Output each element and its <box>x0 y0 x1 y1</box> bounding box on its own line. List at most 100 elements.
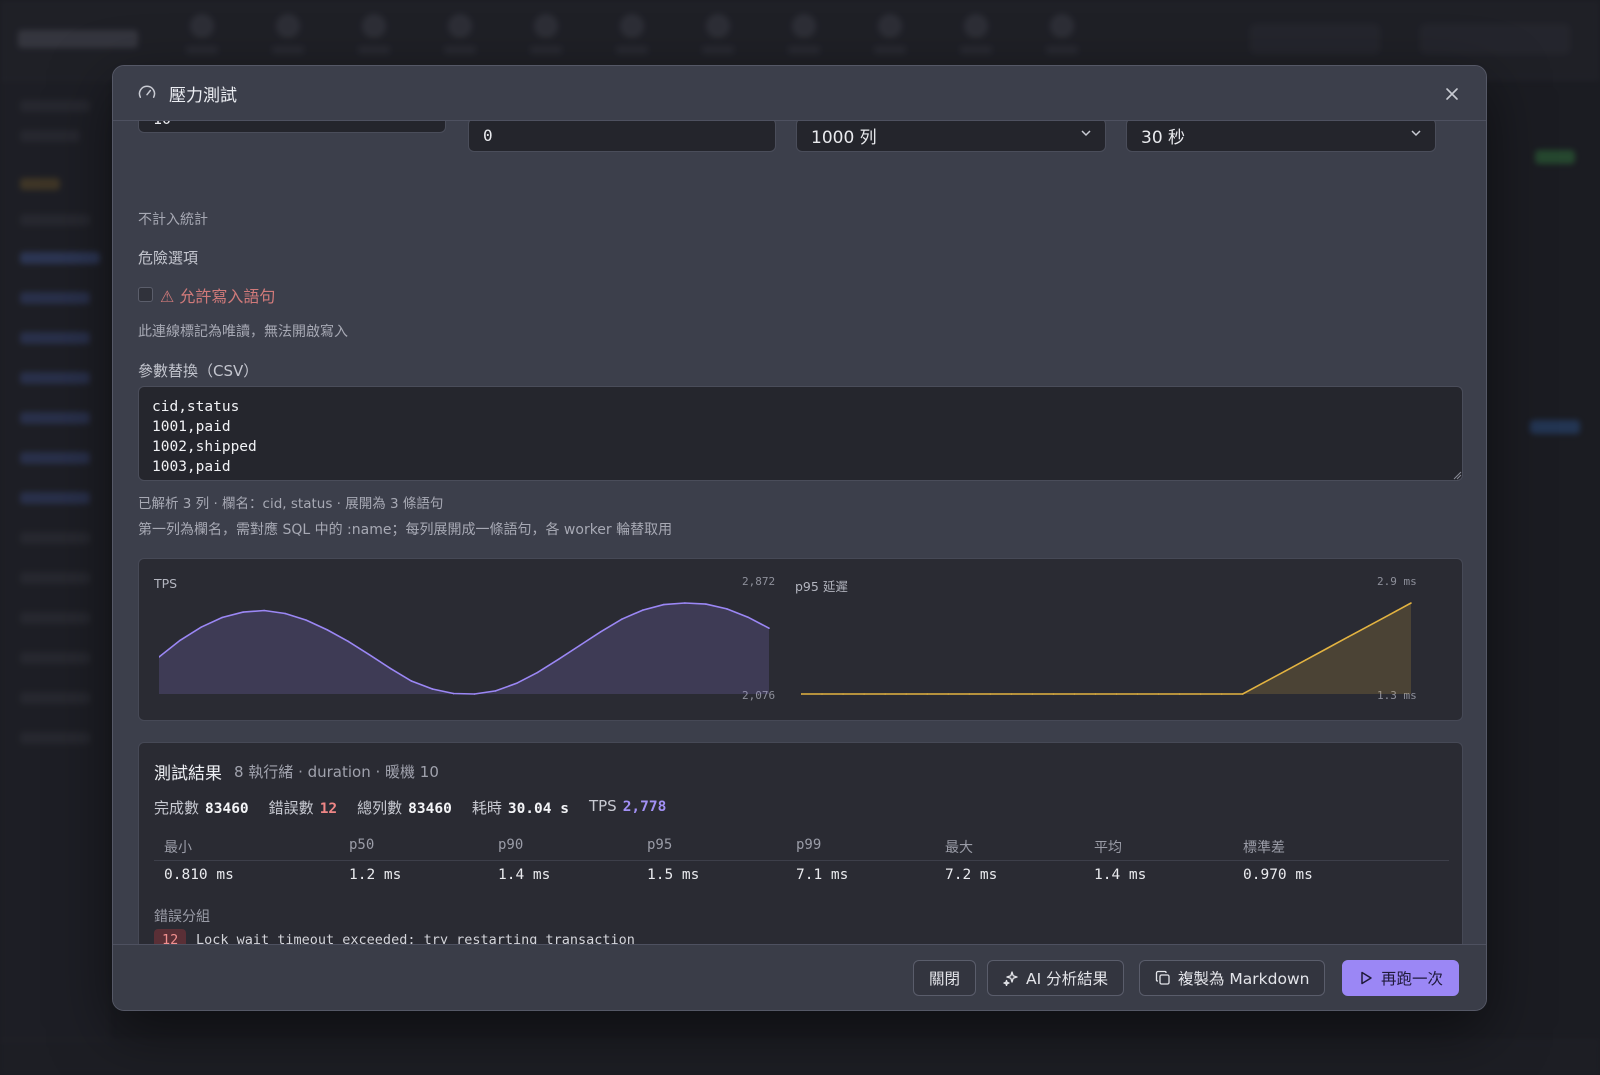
percentile-value: 1.5 ms <box>647 867 700 883</box>
sparkles-icon <box>1003 971 1018 986</box>
tps-point <box>768 627 770 629</box>
p95-area <box>801 603 1411 694</box>
p95-point <box>1052 693 1055 695</box>
p95-chart <box>801 602 1412 695</box>
tps-point <box>663 603 665 606</box>
tps-point <box>515 682 518 685</box>
csv-parse-summary: 已解析 3 列 · 欄名：cid, status · 展開為 3 條語句 <box>138 496 444 512</box>
p95-point <box>1199 693 1202 695</box>
tps-point <box>179 639 181 642</box>
background-toolbar-item <box>960 14 992 64</box>
p95-point <box>1410 602 1412 604</box>
background-statusbar <box>0 1040 1600 1075</box>
gauge-icon <box>138 85 156 98</box>
background-toolbar-item <box>358 14 390 64</box>
readonly-note: 此連線標記為唯讀，無法開啟寫入 <box>138 324 348 340</box>
chevron-down-icon <box>1411 130 1421 137</box>
stress-test-modal: 壓力測試 10 不計入統計 0 1000 列 30 秒 危險選項 ⚠ 允許寫入語… <box>112 65 1487 1011</box>
tps-point <box>536 671 539 674</box>
results-subtitle: 8 執行緒 · duration · 暖機 10 <box>234 763 439 781</box>
allow-write-label: ⚠ 允許寫入語句 <box>160 287 276 306</box>
p95-point <box>947 693 950 695</box>
chevron-down-icon <box>1081 130 1091 137</box>
modal-title: 壓力測試 <box>169 85 237 106</box>
p95-point <box>1178 693 1181 695</box>
tps-point <box>641 609 644 611</box>
tps-area <box>159 603 769 694</box>
percentile-header: 標準差 <box>1243 840 1285 856</box>
error-groups-label: 錯誤分組 <box>154 909 210 925</box>
copy-markdown-button[interactable]: 複製為 Markdown <box>1139 960 1326 996</box>
p95-point <box>968 693 971 695</box>
allow-write-checkbox[interactable] <box>138 287 153 302</box>
p95-point <box>1241 693 1244 695</box>
close-button[interactable] <box>1440 82 1464 106</box>
p95-point <box>1368 624 1370 627</box>
p95-point <box>1094 693 1097 695</box>
percentile-header: 最大 <box>945 840 973 856</box>
background-toolbar-item <box>272 14 304 64</box>
percentile-value: 7.2 ms <box>945 867 998 883</box>
tps-point <box>326 629 329 631</box>
duration-select[interactable]: 30 秒 <box>1126 118 1436 152</box>
percentile-value: 1.4 ms <box>1094 867 1147 883</box>
tps-point <box>726 608 728 610</box>
percentile-value: 0.810 ms <box>164 867 234 883</box>
close-modal-button[interactable]: 關閉 <box>913 960 977 996</box>
tps-point <box>284 612 287 615</box>
percentile-value: 1.2 ms <box>349 867 402 883</box>
csv-textarea[interactable]: cid,status 1001,paid 1002,shipped 1003,p… <box>138 386 1463 481</box>
background-toolbar-item <box>874 14 906 64</box>
background-toolbar-item <box>1046 14 1078 64</box>
p95-point <box>1326 647 1328 650</box>
p95-point <box>905 693 907 695</box>
tps-point <box>705 603 707 605</box>
background-toolbar-item <box>186 14 218 64</box>
tps-point <box>473 693 476 695</box>
tps-point <box>578 644 581 647</box>
background-toolbar-item <box>702 14 734 64</box>
csv-help-text: 第一列為欄名，需對應 SQL 中的 :name；每列展開成一條語句，各 work… <box>138 522 673 538</box>
tps-chart <box>159 602 770 695</box>
tps-point <box>684 602 686 604</box>
rerun-button[interactable]: 再跑一次 <box>1342 960 1460 996</box>
p95-point <box>1115 693 1118 695</box>
duration-select-value: 30 秒 <box>1141 127 1186 148</box>
results-stats: 完成數 83460 錯誤數 12 總列數 83460 耗時 30.04 s TPS 2,7… <box>154 797 666 818</box>
tps-chart-label: TPS <box>154 576 178 591</box>
p95-point <box>1031 693 1034 695</box>
percentile-value: 7.1 ms <box>796 867 849 883</box>
rows-select[interactable]: 1000 列 <box>796 118 1106 152</box>
tps-chart-max: 2,872 <box>742 575 776 588</box>
p95-point <box>1010 693 1013 695</box>
close-icon <box>1446 88 1458 100</box>
tps-point <box>305 619 308 621</box>
stat-rows: 總列數 83460 <box>357 799 452 817</box>
tps-point <box>221 616 223 619</box>
p95-point <box>1220 693 1223 695</box>
percentile-header: p50 <box>349 837 375 853</box>
percentile-header: p99 <box>796 837 822 853</box>
think-time-input[interactable]: 0 <box>468 118 776 152</box>
tps-point <box>389 667 392 670</box>
resize-grip-icon[interactable] <box>1452 470 1462 480</box>
stat-completed: 完成數 83460 <box>154 799 249 817</box>
p95-point <box>1347 636 1349 638</box>
stat-elapsed: 耗時 30.04 s <box>471 799 569 817</box>
percentile-divider <box>154 860 1449 861</box>
percentile-value: 0.970 ms <box>1243 867 1313 883</box>
percentile-value: 1.4 ms <box>498 867 551 883</box>
tps-point <box>599 631 602 633</box>
charts-panel: TPS 2,872 2,076 p95 延遲 2.9 ms 1.3 ms <box>138 558 1463 721</box>
p95-chart-max: 2.9 ms <box>1377 575 1417 588</box>
p95-point <box>1157 693 1160 695</box>
tps-point <box>242 611 244 613</box>
tps-point <box>747 616 749 618</box>
p95-point <box>926 693 929 695</box>
ai-analyze-button[interactable]: AI 分析結果 <box>987 960 1125 996</box>
percentile-header: 最小 <box>164 840 192 856</box>
tps-point <box>200 626 202 629</box>
tps-point <box>452 692 455 695</box>
tps-point <box>431 688 434 690</box>
tps-point <box>557 658 560 661</box>
